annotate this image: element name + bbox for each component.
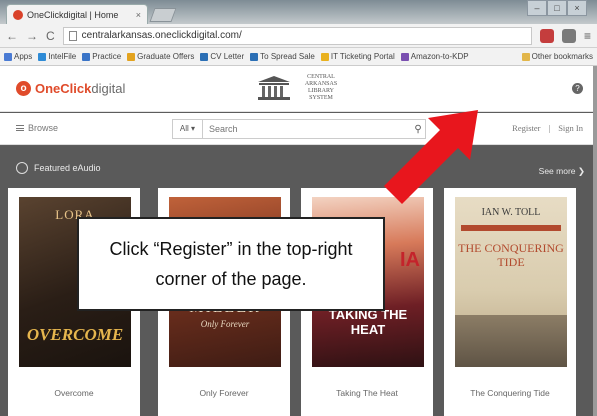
featured-heading: Featured eAudio [16,162,101,174]
bookmark-item[interactable]: Amazon-to-KDP [400,52,469,61]
tab-title: OneClickdigital | Home [27,9,119,20]
bookmark-item[interactable]: IntelFile [38,52,76,61]
bookmark-item[interactable]: To Spread Sale [250,52,315,61]
library-name: CENTRAL ARKANSAS LIBRARY SYSTEM [304,74,338,101]
cover-text: THE CONQUERING TIDE [458,241,564,269]
logo-text: OneClick [35,81,92,96]
bookmark-item[interactable]: Apps [4,52,32,61]
extension-icon[interactable] [539,28,554,43]
instruction-callout: Click “Register” in the top-right corner… [77,217,385,311]
address-bar[interactable]: centralarkansas.oneclickdigital.com/ [62,26,532,45]
browser-tab[interactable]: OneClickdigital | Home × [6,4,148,24]
bookmark-item[interactable]: Practice [82,52,121,61]
minimize-icon[interactable]: – [527,0,547,16]
bookmark-icon [250,52,259,61]
page-icon [68,30,77,41]
link-separator: | [548,123,551,133]
register-link[interactable]: Register [512,123,540,133]
book-title[interactable]: Taking The Heat [301,388,433,398]
close-tab-icon[interactable]: × [136,10,141,20]
library-building-icon [258,76,290,100]
url-text[interactable]: centralarkansas.oneclickdigital.com/ [82,30,242,41]
reload-icon[interactable]: C [46,29,55,43]
logo-text-digital: digital [91,81,126,96]
back-icon[interactable]: ← [6,29,18,43]
oneclickdigital-logo[interactable]: o OneClickdigital [16,81,125,96]
headphones-icon [16,162,28,174]
close-window-icon[interactable]: × [567,0,587,16]
library-logo[interactable]: CENTRAL ARKANSAS LIBRARY SYSTEM [256,74,344,102]
cover-text: TAKING THE HEAT [328,307,408,337]
site-favicon-icon [13,9,23,20]
help-icon[interactable]: ? [572,83,583,94]
browse-label: Browse [28,123,59,133]
book-title[interactable]: Only Forever [158,388,290,398]
bookmarks-bar: Apps IntelFile Practice Graduate Offers … [0,48,597,66]
browse-menu[interactable]: Browse [16,123,58,133]
extension-icon[interactable] [561,28,576,43]
site-header: o OneClickdigital CENTRAL ARKANSAS LIBRA… [0,66,597,112]
browser-navbar: ← → C centralarkansas.oneclickdigital.co… [0,24,597,48]
page-scrollbar[interactable] [593,66,597,416]
cover-text: IA [400,249,420,271]
logo-mark-icon: o [16,81,31,96]
see-more-link[interactable]: See more ❯ [539,166,585,177]
bookmark-icon [400,52,409,61]
account-links: Register | Sign In [512,123,583,133]
other-bookmarks[interactable]: Other bookmarks [521,52,593,61]
cover-text: Only Forever [200,319,250,329]
bookmark-icon [320,52,329,61]
bookmark-item[interactable]: Graduate Offers [127,52,194,61]
book-title[interactable]: Overcome [8,388,140,398]
apps-icon [4,52,12,61]
bookmark-icon [127,52,136,61]
bookmark-item[interactable]: IT Ticketing Portal [320,52,395,61]
site-toolbar: Browse All ▾ ⚲ Register | Sign In [0,113,597,145]
hamburger-icon [16,125,24,131]
book-title[interactable]: The Conquering Tide [444,388,576,398]
window-controls: – □ × [527,0,587,16]
cover-illustration [455,315,567,367]
red-arrow-icon [384,110,478,204]
maximize-icon[interactable]: □ [547,0,567,16]
bookmark-icon [200,52,209,61]
folder-icon [521,52,530,61]
browser-menu-icon[interactable]: ≡ [584,29,591,43]
cover-decoration [461,225,561,231]
featured-title: Featured eAudio [34,163,101,173]
forward-icon[interactable]: → [26,29,38,43]
book-cover[interactable]: IAN W. TOLL THE CONQUERING TIDE [455,197,567,367]
bookmark-item[interactable]: CV Letter [200,52,244,61]
new-tab-button[interactable] [149,8,177,22]
cover-text: OVERCOME [26,325,124,344]
bookmark-icon [38,52,47,61]
search-scope-dropdown[interactable]: All ▾ [173,120,203,138]
window-titlebar: OneClickdigital | Home × – □ × [0,0,597,24]
signin-link[interactable]: Sign In [558,123,583,133]
book-card[interactable]: IAN W. TOLL THE CONQUERING TIDE The Conq… [444,188,576,416]
bookmark-icon [82,52,91,61]
